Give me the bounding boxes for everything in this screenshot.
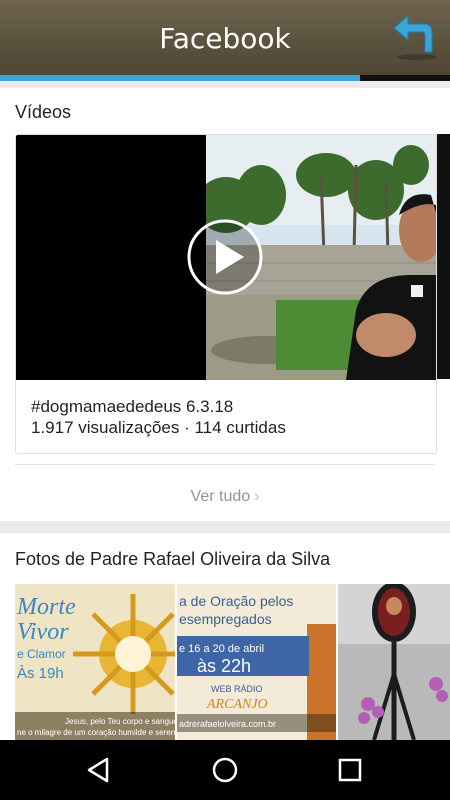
photo1-line4: Às 19h [17, 665, 64, 682]
photo1-line2: Vivor [17, 619, 69, 645]
photo2-line4: às 22h [197, 656, 251, 676]
photo1-line1: Morte [16, 594, 76, 620]
header-title: Facebook [159, 22, 291, 55]
system-navigation-bar [0, 740, 450, 800]
photo-thumbnail[interactable]: a de Oração pelos esempregados e 16 a 20… [177, 584, 336, 740]
photo-thumbnail[interactable] [338, 584, 450, 740]
see-all-label: Ver tudo [190, 488, 251, 505]
video-stats: 1.917 visualizações · 114 curtidas [31, 418, 286, 437]
photo-thumbnail[interactable]: Morte Vivor e Clamor Às 19h Jesus, pelo … [15, 584, 175, 740]
photo2-line2: esempregados [179, 611, 272, 627]
photos-card: Fotos de Padre Rafael Oliveira da Silva … [0, 533, 450, 740]
photos-section-title: Fotos de Padre Rafael Oliveira da Silva [15, 549, 331, 569]
divider [15, 464, 435, 465]
video-card[interactable]: #dogmamaededeus 6.3.18 1.917 visualizaçõ… [15, 134, 437, 454]
next-video-thumbnail[interactable] [437, 134, 450, 379]
play-icon[interactable] [186, 218, 264, 296]
back-arrow-icon[interactable] [390, 10, 440, 62]
photo1-line5: Jesus, pelo Teu corpo e sangue [65, 717, 175, 726]
photo2-line1: a de Oração pelos [179, 593, 293, 609]
video-thumbnail[interactable] [16, 135, 436, 380]
photo2-line3: e 16 a 20 de abril [179, 643, 264, 655]
photo2-line7: adrerafaelolveira.com.br [179, 719, 276, 729]
app-header: Facebook [0, 0, 450, 75]
chevron-right-icon: › [254, 488, 260, 505]
nav-recents-icon[interactable] [334, 754, 366, 786]
video-caption: #dogmamaededeus 6.3.18 [31, 397, 234, 416]
videos-section-title: Vídeos [15, 102, 72, 122]
nav-back-icon[interactable] [83, 754, 115, 786]
photo1-line6: ne o milagre de um coração humilde e ser… [17, 728, 175, 737]
photo1-line3: e Clamor [17, 647, 66, 661]
see-all-button[interactable]: Ver tudo › [0, 488, 450, 506]
photo2-line6: ARCANJO [206, 697, 268, 712]
page-content[interactable]: Vídeos #dogmamaededeus 6.3.18 1.917 visu… [0, 81, 450, 740]
videos-card: Vídeos #dogmamaededeus 6.3.18 1.917 visu… [0, 88, 450, 521]
photo2-line5: WEB RÁDIO [211, 684, 263, 694]
nav-home-icon[interactable] [209, 754, 241, 786]
